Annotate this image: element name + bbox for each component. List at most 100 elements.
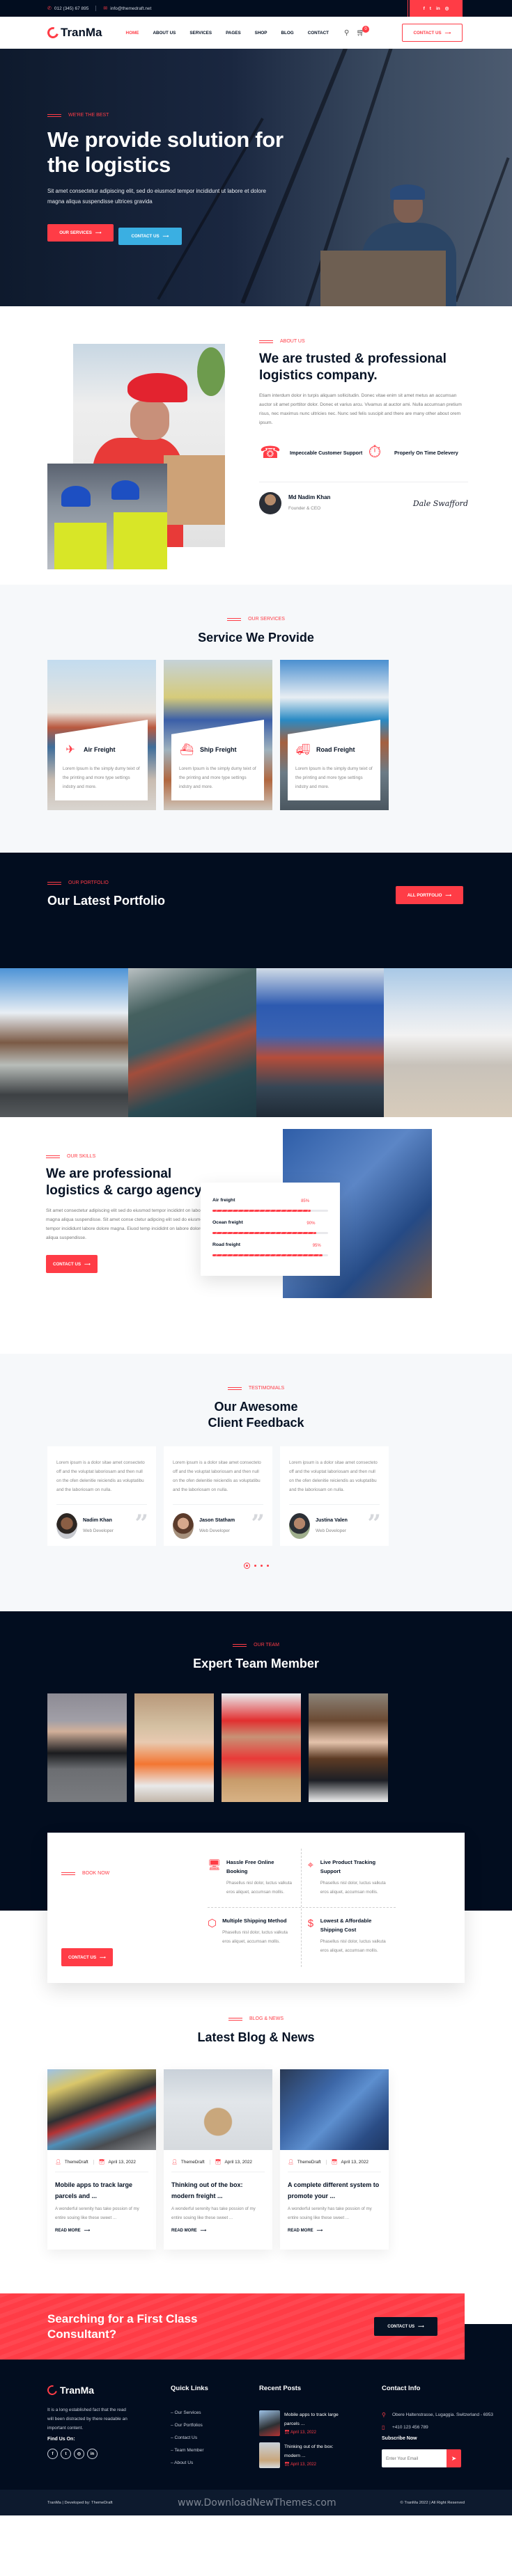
- nav-pages[interactable]: PAGES: [226, 31, 241, 35]
- post-date: April 13, 2022: [224, 2159, 252, 2165]
- read-more-link[interactable]: READ MORE ⟶: [171, 2228, 265, 2234]
- instagram-icon[interactable]: ◎: [445, 6, 449, 11]
- team-member-photo[interactable]: [222, 1693, 301, 1802]
- hero-title: We provide solution for the logistics: [47, 127, 284, 177]
- nav-about[interactable]: ABOUT US: [153, 31, 176, 35]
- facebook-icon[interactable]: f: [424, 6, 425, 11]
- post-author[interactable]: ThemeDraft: [65, 2160, 88, 2165]
- header-contact-button[interactable]: CONTACT US ⟶: [402, 24, 463, 42]
- linkedin-icon[interactable]: in: [436, 6, 440, 11]
- topbar-social: f t in ◎: [408, 0, 463, 17]
- eyebrow-lines-icon: [227, 1386, 242, 1390]
- read-more-link[interactable]: READ MORE ⟶: [288, 2228, 381, 2234]
- arrow-right-icon: ⟶: [162, 234, 169, 239]
- linkedin-icon[interactable]: in: [87, 2449, 98, 2459]
- eyebrow-text: ABOUT US: [280, 339, 305, 344]
- post-excerpt: A wonderful serenity has take possion of…: [288, 2206, 372, 2220]
- quick-link[interactable]: – Team Member: [171, 2448, 208, 2453]
- nav-blog[interactable]: BLOG: [281, 31, 294, 35]
- twitter-icon[interactable]: t: [430, 6, 431, 11]
- carousel-dot[interactable]: [266, 1565, 269, 1567]
- post-title[interactable]: Thinking out of the box: modern freight …: [171, 2179, 265, 2202]
- cta-contact-button[interactable]: CONTACT US ⟶: [374, 2317, 437, 2336]
- crane-graphic: [454, 157, 510, 303]
- quick-link[interactable]: – Our Portfolios: [171, 2423, 208, 2428]
- facebook-icon[interactable]: f: [47, 2449, 58, 2459]
- carousel-dot[interactable]: [254, 1565, 256, 1567]
- blog-image[interactable]: [164, 2069, 272, 2150]
- logo[interactable]: TranMa: [45, 25, 102, 40]
- portfolio-item[interactable]: [384, 968, 512, 1117]
- service-card-ship[interactable]: ⛴ Ship Freight Lorem Ipsum is the simply…: [164, 660, 272, 810]
- nav-shop[interactable]: SHOP: [255, 31, 267, 35]
- link-label: Team Member: [174, 2448, 204, 2453]
- twitter-icon[interactable]: t: [61, 2449, 71, 2459]
- topbar-email[interactable]: ✉ info@themedraft.net: [103, 6, 151, 12]
- quick-link[interactable]: – About Us: [171, 2460, 208, 2465]
- nav-home[interactable]: HOME: [126, 31, 139, 35]
- online-booking-icon: 🖥︎: [208, 1859, 222, 1871]
- skills-section: OUR SKILLS We are professional logistics…: [0, 1117, 512, 1354]
- blog-image[interactable]: [47, 2069, 156, 2150]
- progress-air: Air freight 85%: [212, 1198, 328, 1212]
- team-member-photo[interactable]: [47, 1693, 127, 1802]
- post-title[interactable]: A complete different system to promote y…: [288, 2179, 381, 2202]
- booking-eyebrow: BOOK NOW: [61, 1871, 173, 1876]
- carousel-dot[interactable]: [243, 1563, 250, 1569]
- portfolio-item[interactable]: [127, 968, 256, 1117]
- phone-text[interactable]: +410 123 456 789: [392, 2423, 428, 2432]
- topbar-phone[interactable]: ✆ 012 (345) 67 895: [47, 6, 88, 12]
- team-member-photo[interactable]: [134, 1693, 214, 1802]
- booking-feature: ⌖ Live Product Tracking Support Phasellus…: [307, 1858, 394, 1897]
- recent-post[interactable]: Mobile apps to track large parcels ... 📅︎…: [259, 2410, 339, 2436]
- carousel-dot[interactable]: [260, 1565, 263, 1567]
- quote-icon: ”: [367, 1510, 381, 1538]
- portfolio-item[interactable]: [256, 968, 385, 1117]
- all-portfolio-button[interactable]: ALL PORTFOLIO ⟶: [396, 886, 463, 904]
- feature-item: ⏱ Properly On Time Delevery: [364, 441, 468, 464]
- footer-about-text: It is a long established fact that the r…: [47, 2408, 127, 2431]
- service-card-air[interactable]: ✈ Air Freight Lorem Ipsum is the simply …: [47, 660, 156, 810]
- hero-buttons: OUR SERVICES ⟶ CONTACT US ⟶: [47, 224, 298, 245]
- eyebrow-lines-icon: [227, 617, 242, 621]
- post-author[interactable]: ThemeDraft: [297, 2160, 321, 2165]
- post-date: April 13, 2022: [341, 2159, 369, 2165]
- subscribe-button[interactable]: ➤: [447, 2449, 461, 2467]
- cart-button[interactable]: 🛒︎ 0: [356, 25, 370, 37]
- booking-contact-button[interactable]: CONTACT US ⟶: [61, 1948, 113, 1966]
- recent-post[interactable]: Thinking out of the box: modern ... 📅︎ Ap…: [259, 2442, 339, 2468]
- arrow-right-icon: ⟶: [200, 2229, 207, 2233]
- search-icon[interactable]: ⚲: [344, 29, 349, 37]
- services-eyebrow: OUR SERVICES: [0, 617, 512, 622]
- testimonials-section: TESTIMONIALS Our Awesome Client Feedback…: [0, 1354, 512, 1611]
- quick-link[interactable]: – Our Services: [171, 2410, 208, 2415]
- signature: Dale Swafford: [412, 498, 468, 508]
- nav-contact[interactable]: CONTACT: [308, 31, 329, 35]
- our-services-button[interactable]: OUR SERVICES ⟶: [47, 224, 114, 242]
- arrow-right-icon: ⟶: [95, 230, 102, 235]
- quote-icon: ”: [134, 1510, 148, 1538]
- email-input[interactable]: [382, 2449, 447, 2467]
- blog-image[interactable]: [280, 2069, 389, 2150]
- testimonial-card: Lorem ipsum is a dolor sitae amet consec…: [280, 1446, 389, 1546]
- footer-logo[interactable]: TranMa: [45, 2383, 131, 2397]
- post-author[interactable]: ThemeDraft: [181, 2160, 205, 2165]
- post-date: April 13, 2022: [108, 2159, 136, 2165]
- skills-contact-button[interactable]: CONTACT US ⟶: [46, 1255, 98, 1273]
- instagram-icon[interactable]: ◎: [74, 2449, 84, 2459]
- blog-card: 👤︎ ThemeDraft 📅︎ April 13, 2022 Thinking ou…: [164, 2069, 272, 2250]
- portfolio-item[interactable]: [0, 968, 128, 1117]
- team-member-photo[interactable]: [309, 1693, 388, 1802]
- service-card-road[interactable]: 🚚︎ Road Freight Lorem Ipsum is the simpl…: [280, 660, 389, 810]
- quick-link[interactable]: – Contact Us: [171, 2435, 208, 2440]
- date-text: April 13, 2022: [290, 2463, 316, 2467]
- quick-links-title: Quick Links: [171, 2385, 208, 2392]
- hero-contact-button[interactable]: CONTACT US ⟶: [118, 228, 182, 245]
- nav-services[interactable]: SERVICES: [189, 31, 212, 35]
- team-grid: [47, 1693, 388, 1802]
- progress-fill: [212, 1210, 311, 1212]
- read-more-link[interactable]: READ MORE ⟶: [55, 2228, 148, 2234]
- post-title[interactable]: Mobile apps to track large parcels and .…: [55, 2179, 148, 2202]
- services-section: OUR SERVICES Service We Provide ✈ Air Fr…: [0, 585, 512, 853]
- footer: TranMa It is a long established fact tha…: [0, 2360, 512, 2490]
